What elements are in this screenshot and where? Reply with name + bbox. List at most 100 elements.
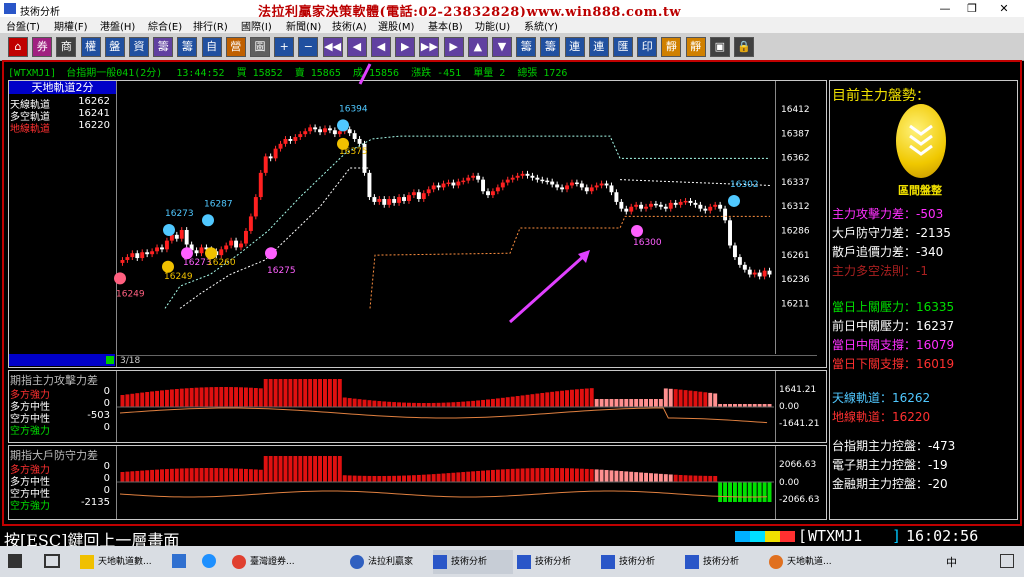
candle-body — [634, 204, 639, 207]
taskbar-item[interactable]: 天地軌道... — [769, 550, 843, 574]
candle-body — [377, 199, 382, 202]
candle-body — [728, 220, 732, 246]
candle-body — [718, 204, 723, 209]
candle-body — [461, 180, 466, 183]
info-row: 主力攻擊力差：-503 — [832, 207, 944, 221]
candle-body — [125, 257, 130, 260]
candle-body — [614, 192, 619, 202]
taskbar-item[interactable]: 技術分析 — [685, 550, 765, 574]
chevron-stack-icon — [909, 124, 933, 156]
candle-body — [545, 180, 550, 183]
candle-body — [688, 200, 693, 203]
y-tick-label: 16312 — [781, 202, 810, 212]
candle-body — [431, 185, 436, 190]
task-view-icon[interactable] — [44, 554, 60, 568]
candle-body — [402, 197, 406, 201]
taskbar-item[interactable]: 臺灣證券... — [232, 550, 318, 574]
candle-body — [762, 270, 767, 277]
taskbar-item[interactable]: 技術分析 — [433, 550, 513, 574]
candle-body — [135, 253, 140, 259]
candle-body — [273, 148, 278, 159]
info-row: 前日中關壓力：16237 — [832, 319, 955, 333]
app-icon[interactable] — [172, 554, 186, 568]
candle-body — [589, 187, 594, 192]
info-row: 電子期主力控盤：-19 — [832, 458, 948, 472]
sub1-tick: 1641.21 — [779, 385, 817, 395]
marker-label: 16275 — [267, 266, 296, 276]
notification-icon[interactable] — [1000, 554, 1014, 568]
candle-body — [194, 250, 199, 254]
candle-body — [288, 138, 293, 141]
candle-body — [658, 204, 663, 207]
taskbar-item[interactable]: 技術分析 — [517, 550, 597, 574]
candle-body — [337, 131, 342, 135]
candle-body — [594, 185, 599, 188]
marker-label: 16249 — [116, 289, 145, 299]
candle-body — [155, 247, 160, 252]
candle-body — [742, 264, 747, 270]
candle-body — [283, 138, 288, 144]
candle-body — [308, 127, 313, 132]
candle-body — [219, 249, 224, 256]
candle-body — [421, 193, 426, 200]
candle-body — [140, 252, 145, 259]
candle-body — [555, 184, 560, 188]
info-row: 地線軌道：16220 — [832, 410, 931, 424]
candle-body — [456, 181, 461, 186]
candle-body — [747, 269, 752, 275]
info-row: 大戶防守力差：-2135 — [832, 226, 951, 240]
candle-body — [683, 200, 688, 203]
candle-body — [199, 247, 204, 254]
candle-body — [184, 229, 189, 245]
candle-body — [708, 206, 713, 211]
sub2-divider — [116, 446, 117, 519]
y-tick-label: 16387 — [781, 129, 810, 139]
ime-indicator[interactable]: 中 — [946, 554, 957, 570]
candle-body — [451, 182, 456, 186]
sub2-frame — [8, 445, 827, 520]
candle-body — [599, 183, 604, 186]
sub2-tick: -2066.63 — [779, 495, 820, 505]
bottom-symbol-close: ] — [892, 527, 902, 545]
candle-body — [500, 182, 505, 188]
sub2-tick: 0.00 — [779, 478, 800, 488]
trend-badge-label: 區間盤整 — [898, 184, 942, 197]
taskbar-item[interactable]: 天地軌道數... — [80, 550, 166, 574]
bottom-bar: 按[ESC]鍵回上一層畫面 [ WTXMJ1 ] 16:02:56 — [2, 527, 1022, 550]
candle-body — [392, 199, 397, 203]
signal-marker — [163, 223, 175, 236]
signal-marker — [337, 119, 349, 132]
candle-body — [150, 251, 155, 255]
candle-body — [332, 130, 337, 135]
marker-label: 16287 — [204, 199, 233, 209]
candle-body — [560, 187, 565, 190]
candle-body — [505, 179, 510, 183]
candle-body — [698, 204, 703, 209]
candle-body — [644, 206, 649, 209]
info-row: 天線軌道：16262 — [832, 391, 931, 405]
candle-body — [584, 187, 589, 192]
candle-body — [293, 137, 298, 141]
candle-body — [239, 243, 243, 248]
signal-marker — [728, 194, 740, 207]
signal-strip — [735, 531, 795, 542]
taskbar-item[interactable]: 法拉利贏家 — [350, 550, 430, 574]
taskbar-item[interactable]: 技術分析 — [601, 550, 681, 574]
candle-body — [234, 240, 239, 248]
candle-body — [668, 202, 673, 209]
info-row: 散戶追價力差：-340 — [832, 245, 944, 259]
info-row: 金融期主力控盤：-20 — [832, 477, 948, 491]
search-icon[interactable] — [8, 554, 22, 568]
candle-body — [678, 201, 683, 205]
bottom-symbol: WTXMJ1 — [808, 527, 863, 545]
info-row: 當日上關壓力：16335 — [832, 300, 955, 314]
clock: 16:02:56 — [906, 527, 979, 545]
signal-marker — [265, 247, 277, 260]
bottom-symbol-open: [ — [798, 527, 808, 545]
marker-label: 16300 — [633, 238, 662, 248]
candle-body — [619, 201, 624, 209]
candle-body — [466, 177, 471, 181]
browser-icon[interactable] — [202, 554, 216, 568]
y-tick-label: 16337 — [781, 178, 810, 188]
candle-body — [367, 172, 372, 198]
